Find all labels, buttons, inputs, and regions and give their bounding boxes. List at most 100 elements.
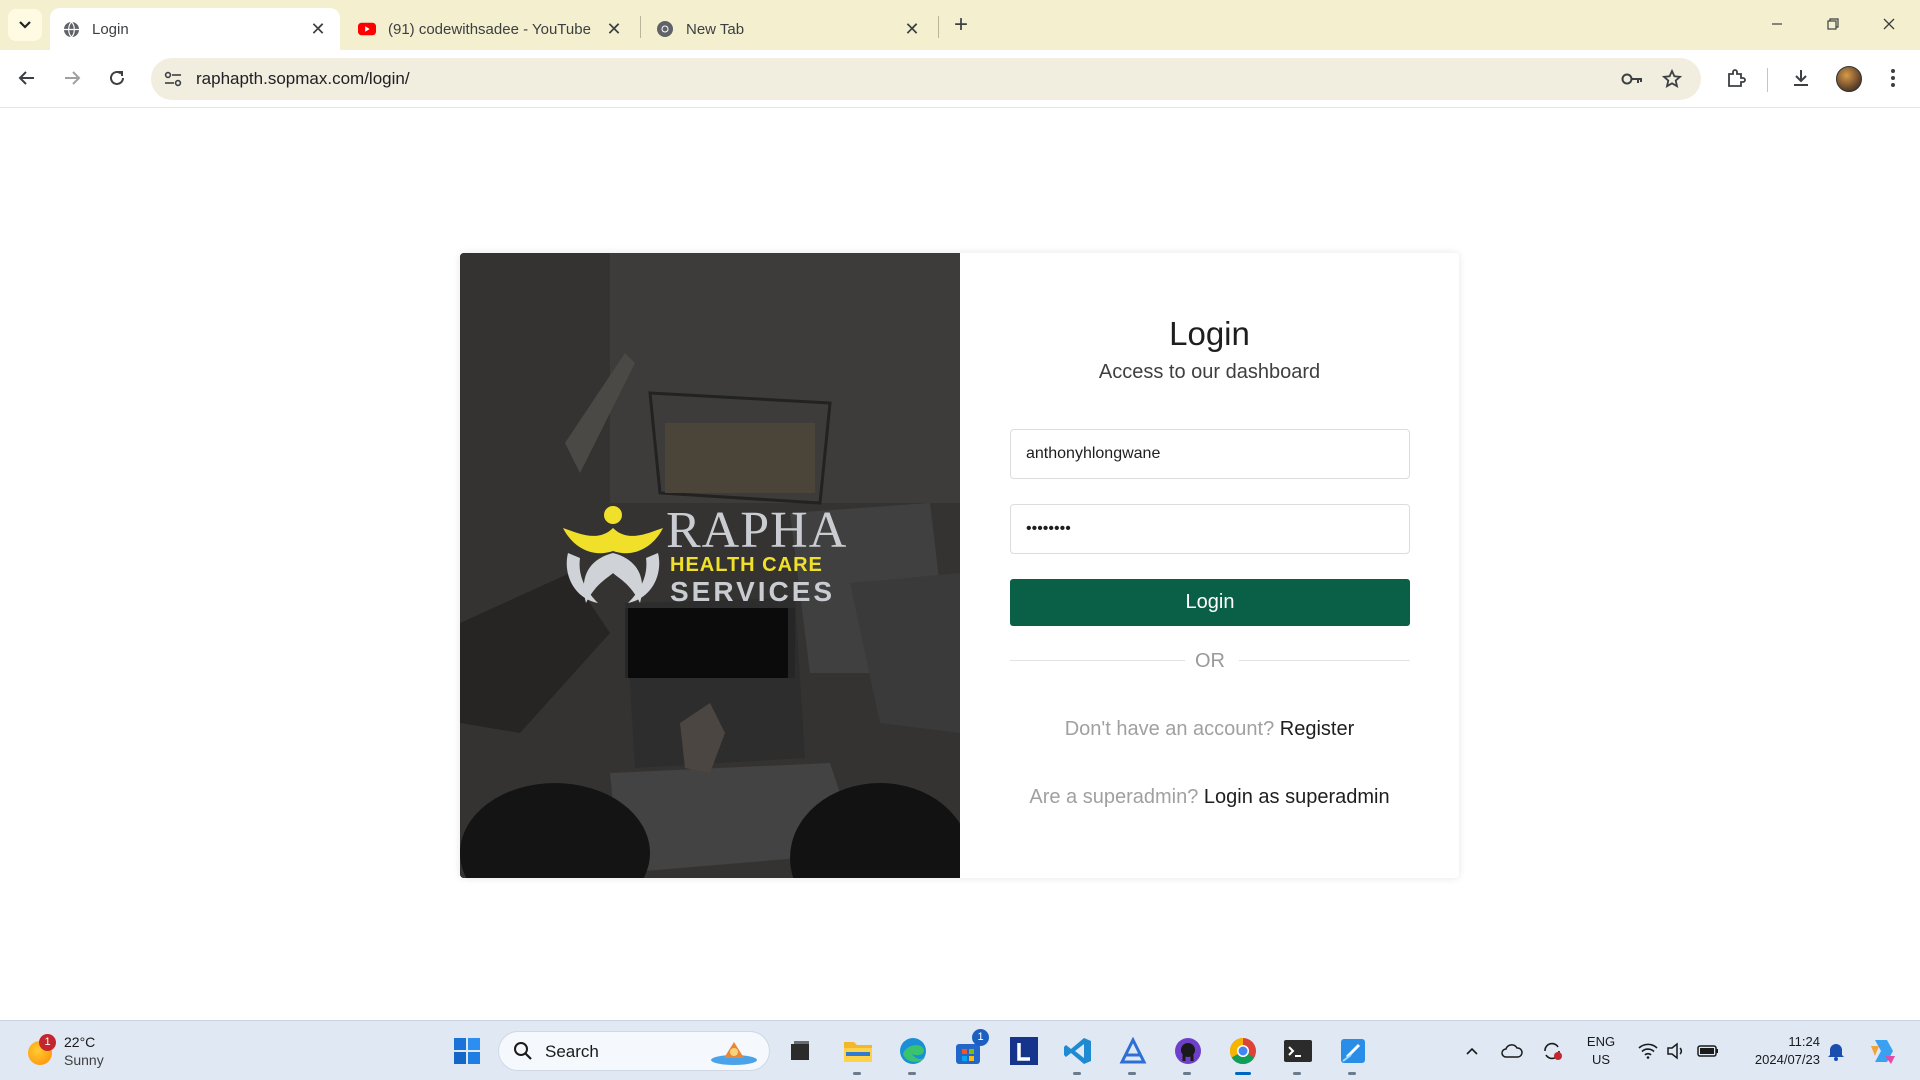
search-icon — [514, 1042, 532, 1060]
chrome-icon — [656, 20, 674, 38]
reload-button[interactable] — [100, 61, 134, 95]
register-link[interactable]: Register — [1280, 718, 1354, 740]
chrome-taskbar-button[interactable] — [1225, 1033, 1261, 1075]
tab-title: New Tab — [686, 20, 745, 38]
downloads-button[interactable] — [1784, 61, 1818, 95]
tab-search-button[interactable] — [8, 9, 42, 41]
restore-icon — [1827, 18, 1839, 30]
browser-menu-button[interactable] — [1876, 61, 1910, 95]
logo-text-rapha: RAPHA — [666, 502, 848, 559]
azure-data-studio-button[interactable] — [1115, 1033, 1151, 1075]
file-explorer-icon — [844, 1042, 872, 1062]
superadmin-prompt: Are a superadmin? — [1029, 786, 1199, 808]
taskbar-search[interactable]: Search — [498, 1031, 770, 1071]
paint-button[interactable] — [1335, 1033, 1371, 1075]
close-tab-icon[interactable]: ✕ — [902, 19, 922, 39]
minimize-icon — [1772, 23, 1782, 25]
tab-login[interactable]: Login ✕ — [50, 8, 340, 50]
address-bar[interactable]: raphapth.sopmax.com/login/ — [151, 58, 1701, 100]
chrome-icon — [1229, 1037, 1256, 1065]
profile-avatar[interactable] — [1836, 66, 1862, 92]
password-key-icon[interactable] — [1619, 66, 1645, 92]
close-tab-icon[interactable]: ✕ — [604, 19, 624, 39]
logo-text-services: SERVICES — [670, 576, 836, 607]
tab-separator — [640, 16, 641, 38]
battery-icon[interactable] — [1696, 1039, 1720, 1063]
l-app-icon — [1010, 1037, 1038, 1065]
login-hero-image: RAPHA HEALTH CARE SERVICES — [460, 253, 960, 878]
show-hidden-icons-button[interactable] — [1460, 1039, 1484, 1063]
running-indicator — [853, 1072, 861, 1075]
azure-data-studio-icon — [1119, 1037, 1147, 1064]
username-field[interactable] — [1010, 429, 1410, 479]
extensions-button[interactable] — [1719, 61, 1753, 95]
password-field[interactable] — [1010, 504, 1410, 554]
windows-logo-icon — [454, 1038, 480, 1064]
browser-toolbar: raphapth.sopmax.com/login/ — [0, 50, 1920, 108]
system-clock[interactable]: 11:24 2024/07/23 — [1730, 1033, 1820, 1069]
login-button[interactable]: Login — [1010, 579, 1410, 626]
reload-icon — [110, 70, 124, 85]
wifi-icon[interactable] — [1636, 1039, 1660, 1063]
minimize-button[interactable] — [1754, 8, 1800, 40]
volume-icon[interactable] — [1664, 1039, 1688, 1063]
tab-new-tab[interactable]: New Tab ✕ — [644, 8, 934, 50]
l-app-button[interactable] — [1006, 1033, 1042, 1069]
tab-title: Login — [92, 20, 129, 38]
clock-time: 11:24 — [1788, 1034, 1820, 1049]
more-vertical-icon — [1891, 69, 1895, 87]
new-tab-button[interactable]: + — [948, 11, 974, 38]
running-indicator — [1293, 1072, 1301, 1075]
login-form: Login Access to our dashboard Login OR D… — [960, 253, 1459, 878]
vscode-button[interactable] — [1060, 1033, 1096, 1075]
running-indicator — [1128, 1072, 1136, 1075]
microsoft-store-button[interactable]: 1 — [950, 1029, 989, 1069]
github-desktop-button[interactable] — [1170, 1033, 1206, 1075]
task-view-icon — [791, 1041, 809, 1060]
running-indicator — [1348, 1072, 1356, 1075]
onedrive-icon[interactable] — [1500, 1039, 1524, 1063]
url-text[interactable]: raphapth.sopmax.com/login/ — [196, 69, 410, 89]
arrow-right-icon — [65, 71, 81, 85]
edge-button[interactable] — [895, 1033, 931, 1075]
language-indicator[interactable]: ENG US — [1584, 1033, 1618, 1069]
notifications-bell-icon[interactable] — [1824, 1039, 1848, 1063]
tab-youtube[interactable]: (91) codewithsadee - YouTube ✕ — [346, 8, 636, 50]
paint-icon — [1341, 1039, 1365, 1063]
clock-date: 2024/07/23 — [1754, 1052, 1820, 1067]
bookmark-star-icon[interactable] — [1659, 66, 1685, 92]
keyboard-layout: US — [1591, 1052, 1611, 1067]
running-indicator — [908, 1072, 916, 1075]
download-icon — [1794, 70, 1808, 86]
running-indicator — [1183, 1072, 1191, 1075]
sync-icon[interactable] — [1540, 1039, 1564, 1063]
copilot-icon[interactable] — [1866, 1035, 1898, 1067]
page-subtitle: Access to our dashboard — [1098, 361, 1321, 383]
weather-widget[interactable]: 1 22°C Sunny — [24, 1031, 124, 1071]
running-indicator — [1073, 1072, 1081, 1075]
superadmin-login-link[interactable]: Login as superadmin — [1204, 786, 1390, 808]
toolbar-separator — [1767, 68, 1768, 92]
tab-separator — [938, 16, 939, 38]
search-highlight-icon — [711, 1042, 757, 1065]
site-info-icon[interactable] — [160, 66, 186, 92]
close-tab-icon[interactable]: ✕ — [308, 19, 328, 39]
store-badge: 1 — [972, 1029, 989, 1046]
github-desktop-icon — [1175, 1038, 1201, 1064]
or-divider: OR — [1010, 649, 1410, 673]
chevron-up-icon — [1466, 1047, 1478, 1055]
language-code: ENG — [1586, 1034, 1616, 1049]
terminal-button[interactable] — [1280, 1033, 1316, 1075]
logo-text-health-care: HEALTH CARE — [670, 554, 823, 576]
register-prompt-row: Don't have an account? Register — [960, 718, 1459, 741]
file-explorer-button[interactable] — [840, 1033, 876, 1075]
login-card: RAPHA HEALTH CARE SERVICES Login Access … — [460, 253, 1459, 878]
close-icon — [1883, 18, 1895, 30]
task-view-button[interactable] — [782, 1033, 818, 1069]
forward-button[interactable] — [55, 61, 89, 95]
back-button[interactable] — [10, 61, 44, 95]
close-window-button[interactable] — [1866, 8, 1912, 40]
start-button[interactable] — [449, 1033, 485, 1069]
restore-button[interactable] — [1810, 8, 1856, 40]
vscode-icon — [1064, 1038, 1091, 1064]
